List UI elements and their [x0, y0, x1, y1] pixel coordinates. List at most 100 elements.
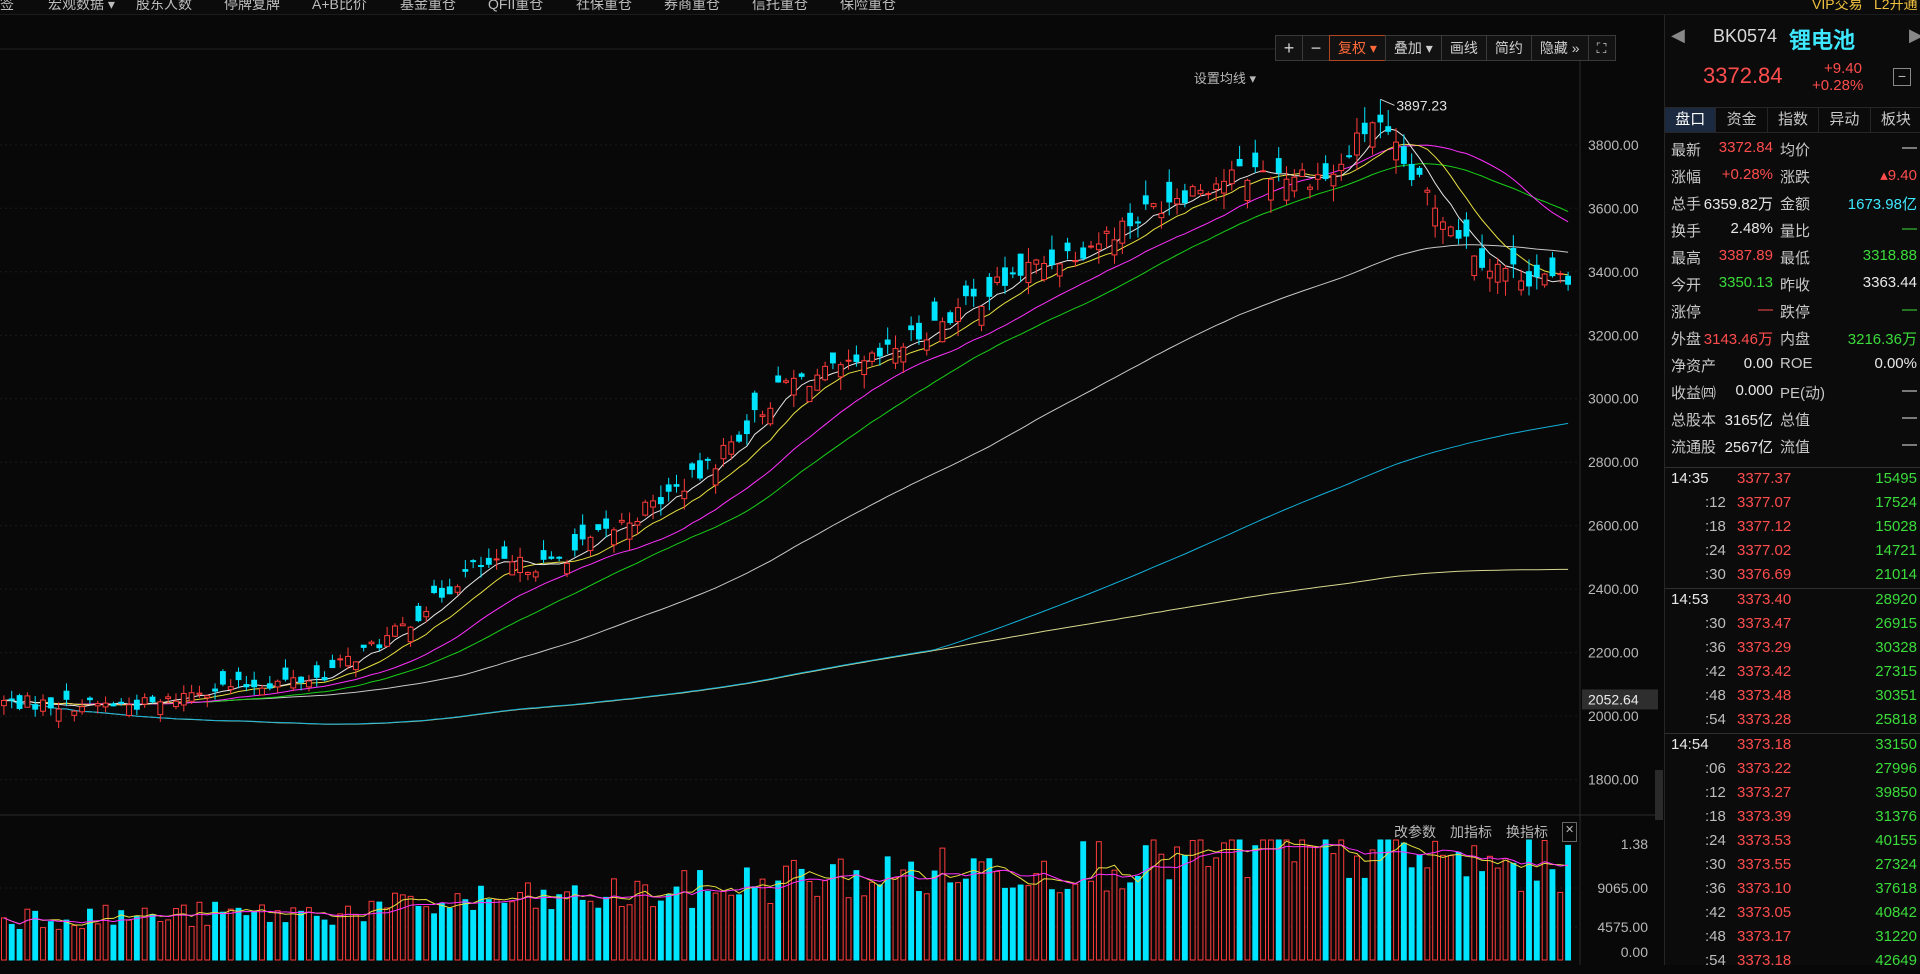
- tick-time: :36: [1705, 639, 1726, 656]
- nav-item-10[interactable]: 保险重仓: [840, 0, 896, 14]
- candle-body: [517, 556, 524, 574]
- nav-item-5[interactable]: 基金重仓: [400, 0, 456, 14]
- edit-params-button[interactable]: 改参数: [1394, 822, 1436, 842]
- minimize-icon[interactable]: −: [1893, 68, 1911, 86]
- tab-handicap[interactable]: 盘口: [1665, 108, 1717, 132]
- volume-bar: [1479, 871, 1485, 961]
- volume-bar: [845, 897, 852, 961]
- volume-bar: [1103, 890, 1110, 961]
- quote-value: 1673.98亿: [1847, 196, 1917, 213]
- nav-item-2[interactable]: 股东人数: [136, 0, 192, 14]
- tick-price: 3373.29: [1737, 639, 1792, 656]
- nav-item-3[interactable]: 停牌复牌: [224, 0, 280, 14]
- candle-body: [8, 698, 15, 701]
- volume-bar: [1267, 839, 1274, 961]
- quote-value: —: [1902, 301, 1917, 318]
- volume-bar: [1158, 853, 1165, 961]
- volume-bar: [493, 899, 500, 961]
- candle-body: [1041, 262, 1048, 281]
- candle-body: [955, 307, 961, 322]
- panel-collapse-handle[interactable]: [1655, 770, 1663, 820]
- volume-bar: [126, 919, 132, 961]
- quote-value: —: [1902, 382, 1917, 399]
- volume-bar: [1189, 839, 1196, 961]
- candle-body: [243, 684, 250, 688]
- fullscreen-button[interactable]: ⛶: [1587, 35, 1616, 61]
- add-indicator-button[interactable]: 加指标: [1450, 822, 1492, 842]
- next-stock-icon[interactable]: ▶: [1909, 25, 1920, 46]
- quote-row: 今开 3350.13 昨收 3363.44: [1665, 270, 1920, 297]
- tick-row: 14:35 3377.37 15495: [1665, 468, 1920, 492]
- adjust-dropdown[interactable]: 复权 ▾: [1329, 35, 1386, 61]
- nav-item-4[interactable]: A+B比价: [312, 0, 367, 14]
- quote-value: 3318.88: [1862, 247, 1917, 264]
- volume-bar: [798, 868, 805, 961]
- volume-bar: [1174, 846, 1180, 961]
- volume-bar: [501, 902, 508, 961]
- tick-row: :18 3377.12 15028: [1665, 516, 1920, 540]
- quote-value: +0.28%: [1721, 166, 1773, 183]
- overlay-dropdown[interactable]: 叠加 ▾: [1384, 35, 1442, 61]
- draw-line-button[interactable]: 画线: [1440, 35, 1487, 61]
- volume-bar: [329, 924, 336, 961]
- candle-body: [1221, 180, 1227, 194]
- tab-sector[interactable]: 板块: [1871, 108, 1920, 132]
- nav-item-7[interactable]: 社保重仓: [576, 0, 632, 14]
- tick-row: :12 3377.07 17524: [1665, 492, 1920, 516]
- l2-open-link[interactable]: L2开通: [1874, 0, 1918, 14]
- volume-bar: [720, 890, 727, 961]
- volume-bar: [1064, 888, 1071, 961]
- volume-bar: [165, 919, 172, 961]
- tick-list[interactable]: 14:35 3377.37 15495:12 3377.07 17524:18 3377.…: [1665, 467, 1920, 974]
- candle-body: [392, 625, 398, 637]
- volume-bar: [251, 910, 258, 961]
- ma30-line: [3, 163, 1569, 705]
- candle-body: [822, 365, 829, 381]
- ma-settings-button[interactable]: 设置均线 ▾: [1194, 68, 1256, 87]
- volume-tick-label: 4575.00: [1597, 919, 1648, 935]
- tab-anomaly[interactable]: 异动: [1819, 108, 1871, 132]
- zoom-out-button[interactable]: −: [1302, 35, 1330, 61]
- volume-bar: [1299, 839, 1306, 961]
- nav-item-6[interactable]: QFII重仓: [488, 0, 543, 14]
- hide-panel-button[interactable]: 隐藏 »: [1530, 35, 1589, 61]
- close-volume-icon[interactable]: ✕: [1562, 822, 1578, 842]
- candle-body: [384, 635, 391, 647]
- tick-volume: 31376: [1875, 808, 1917, 825]
- candle-body: [1127, 212, 1134, 227]
- candle-body: [579, 524, 586, 540]
- tick-time: :06: [1705, 760, 1726, 777]
- candle-body: [1009, 272, 1016, 275]
- candle-body: [1189, 186, 1196, 197]
- tab-index[interactable]: 指数: [1768, 108, 1820, 132]
- volume-bar: [212, 901, 218, 961]
- volume-bar: [556, 894, 563, 961]
- candle-body: [908, 325, 915, 331]
- candle-body: [79, 706, 86, 713]
- volume-bar: [704, 890, 711, 961]
- quote-label: 涨跌: [1780, 169, 1811, 186]
- nav-item-1[interactable]: 宏观数据 ▾: [48, 0, 115, 14]
- prev-stock-icon[interactable]: ◀: [1671, 25, 1685, 46]
- nav-item-9[interactable]: 信托重仓: [752, 0, 808, 14]
- volume-bar: [1549, 869, 1556, 961]
- quote-label: ROE: [1780, 355, 1813, 372]
- quote-value: 3350.13: [1718, 274, 1773, 291]
- simple-mode-button[interactable]: 简约: [1485, 35, 1532, 61]
- tick-volume: 17524: [1875, 494, 1917, 511]
- vip-trade-link[interactable]: VIP交易: [1812, 0, 1863, 14]
- volume-bar: [1252, 845, 1259, 961]
- switch-indicator-button[interactable]: 换指标: [1506, 822, 1548, 842]
- nav-item-8[interactable]: 券商重仓: [664, 0, 720, 14]
- stock-name: 锂电池: [1789, 28, 1856, 53]
- volume-bar: [923, 893, 930, 961]
- candle-body: [1150, 203, 1157, 208]
- candle-body: [47, 697, 54, 709]
- volume-bar: [853, 870, 860, 961]
- chart-pane: 3800.00 3600.00 3400.00 3200.00 3000.00 2800.…: [0, 15, 1660, 965]
- tab-funds[interactable]: 资金: [1716, 108, 1768, 132]
- zoom-in-button[interactable]: +: [1275, 35, 1303, 61]
- volume-bar: [1080, 841, 1087, 961]
- volume-bar: [603, 896, 610, 961]
- nav-item-0[interactable]: 标签: [0, 0, 14, 14]
